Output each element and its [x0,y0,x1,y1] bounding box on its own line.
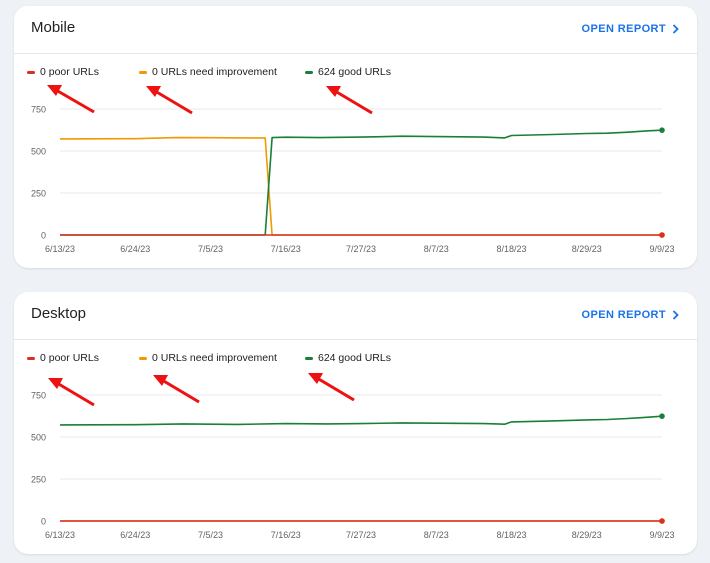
open-report-button[interactable]: OPEN REPORT [582,309,679,321]
legend-label: 0 URLs need improvement [152,352,277,364]
x-tick-label: 8/29/23 [572,530,602,540]
chevron-right-icon [672,310,679,320]
legend-swatch-good [305,70,313,74]
legend-swatch-good [305,356,313,360]
card-header: Mobile OPEN REPORT [14,6,697,54]
x-tick-label: 8/18/23 [496,530,526,540]
legend-item-good[interactable]: 624 good URLs [305,352,391,364]
chevron-right-icon [672,24,679,34]
legend-item-poor[interactable]: 0 poor URLs [27,66,99,78]
x-tick-label: 7/27/23 [346,530,376,540]
y-tick-label: 250 [31,189,46,199]
y-tick-label: 750 [31,391,46,401]
y-tick-label: 250 [31,475,46,485]
legend-label: 624 good URLs [318,352,391,364]
mobile-chart: 0 250 500 750 6/13/23 6/24/23 7/5/23 7/16/23 7/2… [31,105,675,255]
mobile-card: Mobile OPEN REPORT 0 poor URLs 0 URLs ne… [14,6,697,268]
desktop-card: Desktop OPEN REPORT 0 poor URLs 0 URLs n… [14,292,697,554]
open-report-label: OPEN REPORT [581,23,666,35]
legend-swatch-poor [27,356,35,360]
x-tick-label: 6/24/23 [120,244,150,254]
open-report-button[interactable]: OPEN REPORT [582,23,679,35]
legend-label: 0 URLs need improvement [152,66,277,78]
series-line-good [60,129,663,236]
legend-swatch-poor [27,70,35,74]
card-title: Desktop [31,305,87,322]
x-tick-label: 7/5/23 [198,244,223,254]
x-tick-label: 9/9/23 [649,244,674,254]
x-tick-label: 6/13/23 [45,530,75,540]
y-tick-label: 0 [41,517,46,527]
legend-label: 0 poor URLs [40,66,99,78]
series-line-needs-improvement [59,136,662,236]
x-tick-label: 7/16/23 [271,244,301,254]
x-tick-label: 8/7/23 [424,530,449,540]
series-end-point-poor [659,232,665,238]
x-tick-label: 8/29/23 [572,244,602,254]
legend-item-good[interactable]: 624 good URLs [305,66,391,78]
series-end-point-good [659,413,665,419]
x-tick-label: 8/7/23 [424,244,449,254]
legend-item-poor[interactable]: 0 poor URLs [27,352,99,364]
series-end-point-good [659,127,665,133]
x-tick-label: 7/5/23 [198,530,223,540]
x-tick-label: 8/18/23 [496,244,526,254]
y-tick-label: 500 [31,433,46,443]
legend-swatch-needs-improvement [139,356,147,360]
legend-label: 624 good URLs [318,66,391,78]
card-title: Mobile [31,19,76,36]
legend-item-needs-improvement[interactable]: 0 URLs need improvement [139,66,277,78]
legend-swatch-needs-improvement [139,70,147,74]
card-header: Desktop OPEN REPORT [14,292,697,340]
series-end-point-poor [659,518,665,524]
x-tick-label: 9/9/23 [649,530,674,540]
x-tick-label: 7/27/23 [346,244,376,254]
open-report-label: OPEN REPORT [581,309,666,321]
legend-item-needs-improvement[interactable]: 0 URLs need improvement [139,352,277,364]
legend-label: 0 poor URLs [40,352,99,364]
desktop-chart: 0 250 500 750 6/13/23 6/24/23 7/5/23 7/16/23 7/2… [31,391,675,541]
x-tick-label: 6/13/23 [45,244,75,254]
y-tick-label: 750 [31,105,46,115]
x-tick-label: 7/16/23 [271,530,301,540]
series-line-good [59,415,663,426]
x-tick-label: 6/24/23 [120,530,150,540]
y-tick-label: 500 [31,147,46,157]
y-tick-label: 0 [41,231,46,241]
